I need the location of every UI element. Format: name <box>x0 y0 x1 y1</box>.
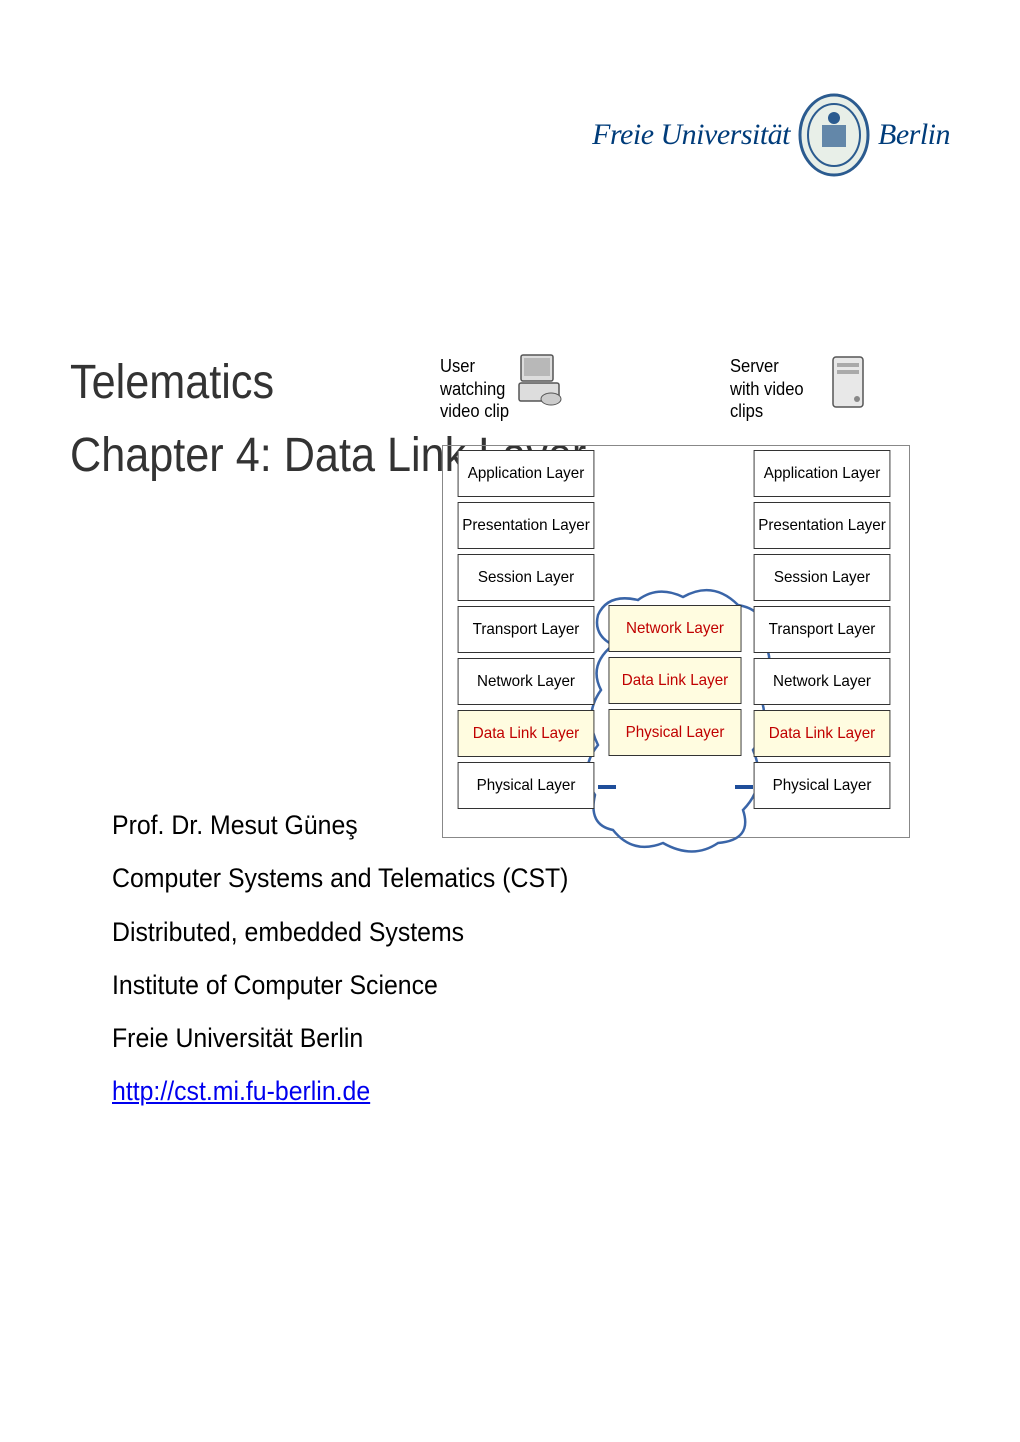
computer-icon <box>515 351 565 409</box>
author-line: Distributed, embedded Systems <box>112 907 568 958</box>
layer-box: Physical Layer <box>754 762 891 809</box>
layer-box: Data Link Layer <box>754 710 891 757</box>
layer-box: Network Layer <box>458 658 595 705</box>
layer-box: Application Layer <box>754 450 891 497</box>
layer-box: Transport Layer <box>754 606 891 653</box>
author-url-link[interactable]: http://cst.mi.fu-berlin.de <box>112 1076 370 1106</box>
layer-box: Data Link Layer <box>458 710 595 757</box>
author-line: Freie Universität Berlin <box>112 1013 568 1064</box>
layer-stack-router: Network Layer Data Link Layer Physical Lay… <box>605 605 745 761</box>
university-logo: Freie Universität Berlin <box>592 90 950 180</box>
seal-icon <box>796 90 872 180</box>
author-block: Prof. Dr. Mesut Güneş Computer Systems a… <box>112 800 568 1120</box>
connection-line <box>598 785 616 789</box>
layer-stack-server: Application Layer Presentation Layer Sessi… <box>750 450 894 814</box>
author-line: Computer Systems and Telematics (CST) <box>112 853 568 904</box>
layer-box: Transport Layer <box>458 606 595 653</box>
layer-box: Physical Layer <box>609 709 742 756</box>
layer-box: Presentation Layer <box>754 502 891 549</box>
connection-line <box>735 785 753 789</box>
layer-stack-user: Application Layer Presentation Layer Sessi… <box>454 450 598 814</box>
layer-box: Session Layer <box>754 554 891 601</box>
logo-text-right: Berlin <box>878 118 950 152</box>
author-line: Institute of Computer Science <box>112 960 568 1011</box>
layer-box: Presentation Layer <box>458 502 595 549</box>
osi-diagram: User watching video clip Server with vid… <box>430 345 960 865</box>
layer-box: Data Link Layer <box>609 657 742 704</box>
logo-text-left: Freie Universität <box>592 118 790 152</box>
layer-box: Application Layer <box>458 450 595 497</box>
author-line: Prof. Dr. Mesut Güneş <box>112 800 568 851</box>
diagram-label-user: User watching video clip <box>440 355 509 423</box>
server-icon <box>825 355 875 413</box>
diagram-label-server: Server with video clips <box>730 355 804 423</box>
layer-box: Session Layer <box>458 554 595 601</box>
layer-box: Network Layer <box>754 658 891 705</box>
layer-box: Network Layer <box>609 605 742 652</box>
